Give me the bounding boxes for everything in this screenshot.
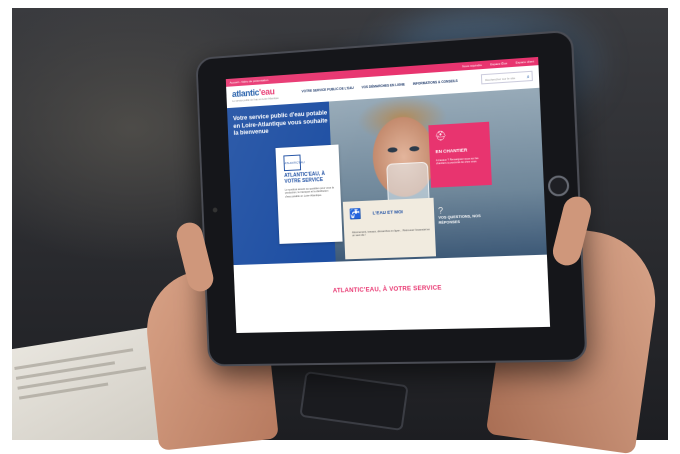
tablet-screen: Accueil › Vidéo de présentation Nous rej…	[225, 56, 551, 334]
tablet-device: Accueil › Vidéo de présentation Nous rej…	[195, 29, 588, 367]
logo-accent-text: 'eau	[258, 86, 275, 98]
search-icon[interactable]: ⌕	[526, 72, 530, 82]
hard-hat-icon: ⛑	[434, 130, 447, 142]
search-placeholder: Rechercher sur le site	[485, 76, 516, 83]
card-chantier-text: A travaux ? Renseignez-vous sur les chan…	[435, 156, 479, 166]
card-eau-title: L'EAU ET MOI	[372, 209, 403, 216]
card-service[interactable]: ATLANTIC'EAU ATLANTIC'EAU, À VOTRE SERVI…	[275, 144, 343, 244]
smartphone	[299, 370, 409, 432]
child-eye-left	[387, 147, 398, 153]
nav-item-infos[interactable]: INFORMATIONS & CONSEILS	[413, 79, 458, 86]
main-nav: VOTRE SERVICE PUBLIC DE L'EAU VOS DÉMARC…	[301, 79, 457, 94]
service-emblem-icon: ATLANTIC'EAU	[283, 154, 305, 172]
section-heading: ATLANTIC'EAU, À VOTRE SERVICE	[332, 284, 442, 295]
hero-title: Votre service public d'eau potable en Lo…	[232, 109, 328, 138]
card-chantier-title: EN CHANTIER	[435, 147, 468, 155]
nav-item-demarches[interactable]: VOS DÉMARCHES EN LIGNE	[361, 82, 405, 89]
card-eau-text: Abonnement, travaux, démarches en ligne.…	[351, 228, 431, 238]
hero-section: Votre service public d'eau potable en Lo…	[227, 87, 547, 266]
faq-title: VOS QUESTIONS, NOS RÉPONSES	[438, 213, 481, 225]
home-button	[547, 175, 570, 197]
faq-link[interactable]: ? VOS QUESTIONS, NOS RÉPONSES	[438, 203, 490, 225]
camera-dot	[212, 207, 218, 213]
card-chantier[interactable]: ⛑ EN CHANTIER A travaux ? Renseignez-vou…	[428, 121, 492, 188]
card-service-text: Le syndicat assure au quotidien pour vou…	[284, 186, 334, 199]
card-eau-et-moi[interactable]: 🚰 L'EAU ET MOI Abonnement, travaux, déma…	[342, 197, 437, 260]
search-input[interactable]: Rechercher sur le site ⌕	[480, 70, 533, 85]
logo-main-text: atlantic	[231, 87, 260, 100]
intro-section: ATLANTIC'EAU, À VOTRE SERVICE	[233, 254, 551, 334]
card-service-title: ATLANTIC'EAU, À VOTRE SERVICE	[284, 171, 326, 185]
nav-item-service[interactable]: VOTRE SERVICE PUBLIC DE L'EAU	[301, 86, 353, 93]
child-eye-right	[409, 145, 420, 152]
faucet-icon: 🚰	[348, 209, 362, 221]
